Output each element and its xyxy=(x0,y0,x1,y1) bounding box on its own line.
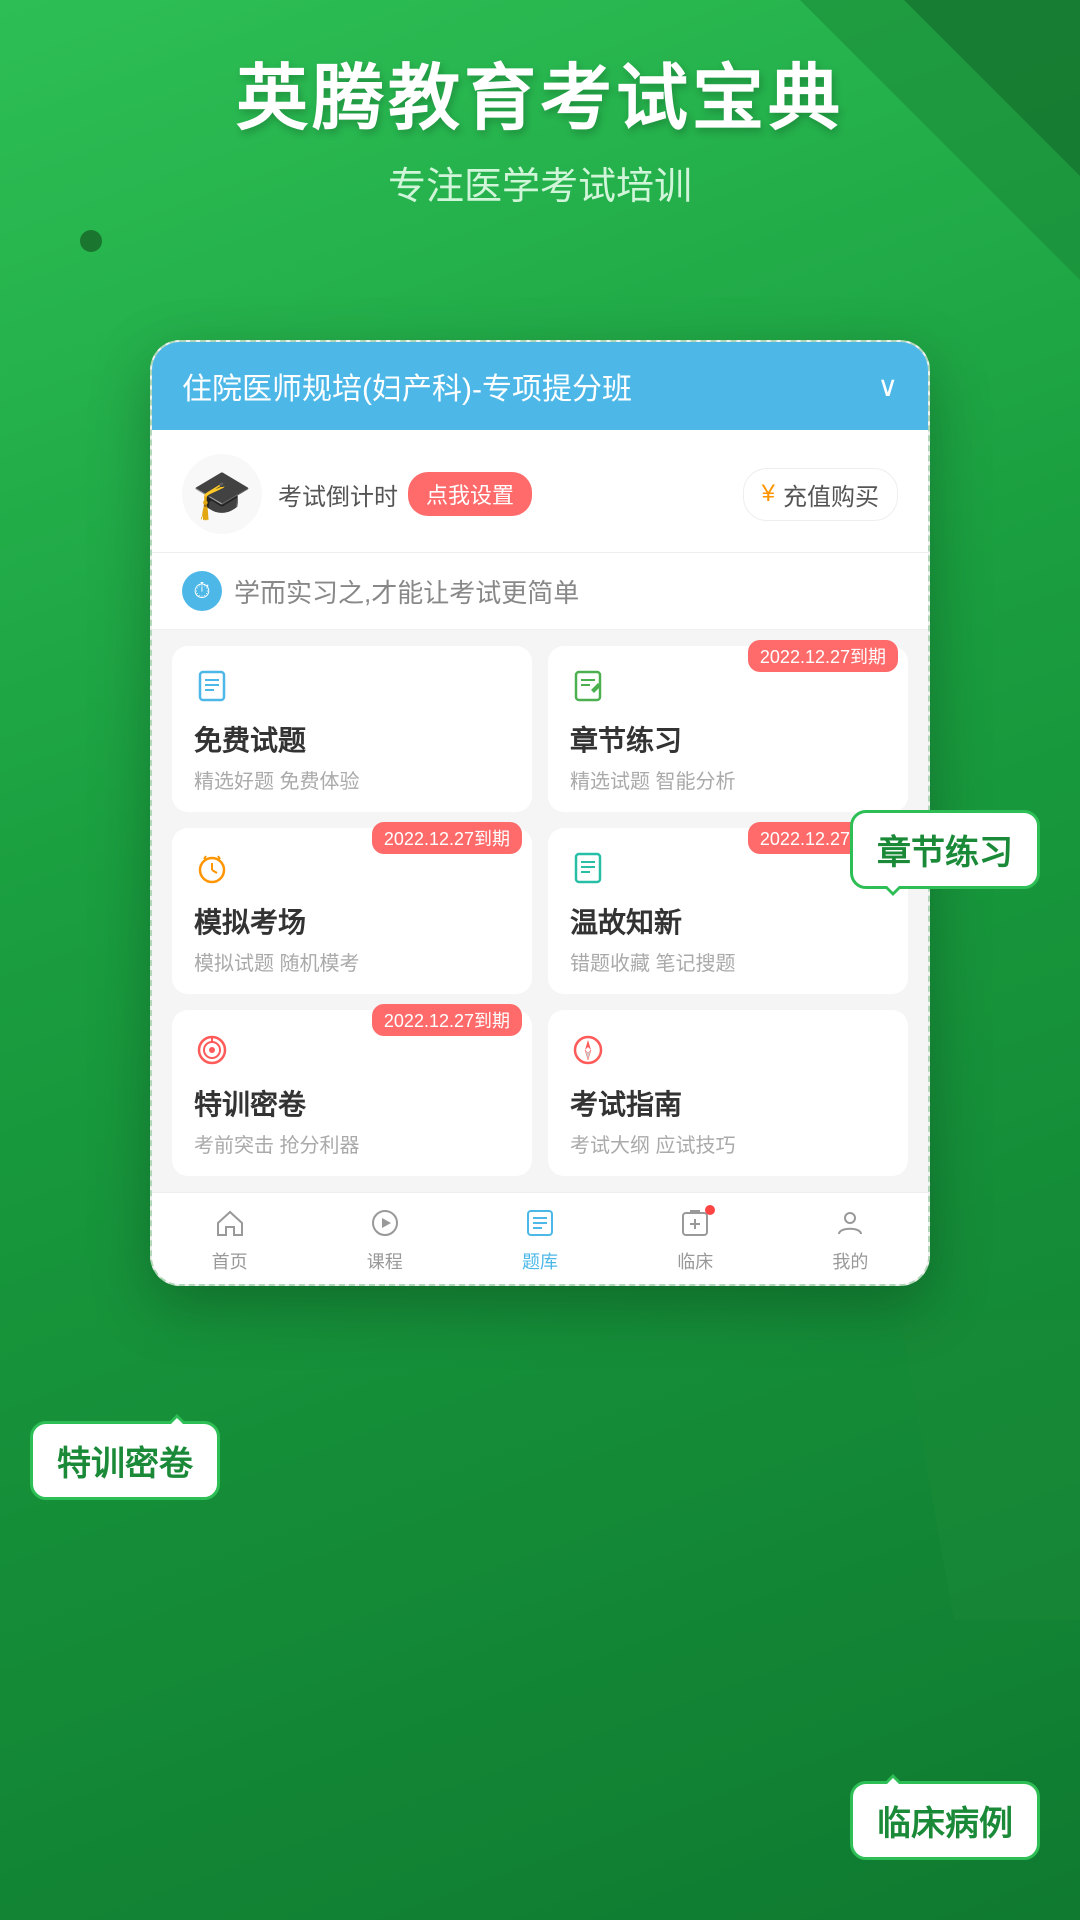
callout-chapter: 章节练习 xyxy=(850,810,1040,889)
func-card-title-review: 温故知新 xyxy=(570,901,886,941)
func-card-icon-mock-exam xyxy=(194,850,510,891)
nav-label-course: 课程 xyxy=(367,1248,403,1274)
nav-icon-home xyxy=(214,1207,246,1244)
nav-item-course[interactable]: 课程 xyxy=(307,1207,462,1274)
func-card-title-secret-paper: 特训密卷 xyxy=(194,1083,510,1123)
nav-icon-question xyxy=(524,1207,556,1244)
nav-label-home: 首页 xyxy=(212,1248,248,1274)
func-card-desc-secret-paper: 考前突击 抢分利器 xyxy=(194,1129,510,1158)
countdown-area: 考试倒计时 点我设置 xyxy=(278,472,532,516)
countdown-set-button[interactable]: 点我设置 xyxy=(408,472,532,516)
callout-clinical: 临床病例 xyxy=(850,1781,1040,1860)
nav-label-mine: 我的 xyxy=(832,1248,868,1274)
func-card-desc-chapter-practice: 精选试题 智能分析 xyxy=(570,765,886,794)
func-card-title-mock-exam: 模拟考场 xyxy=(194,901,510,941)
app-title: 英腾教育考试宝典 xyxy=(0,60,1080,139)
nav-item-clinical[interactable]: 临床 xyxy=(618,1207,773,1274)
func-card-desc-free-questions: 精选好题 免费体验 xyxy=(194,765,510,794)
nav-label-question: 题库 xyxy=(522,1248,558,1274)
nav-label-clinical: 临床 xyxy=(677,1248,713,1274)
course-dropdown-arrow[interactable]: ∨ xyxy=(878,370,899,403)
func-card-title-exam-guide: 考试指南 xyxy=(570,1083,886,1123)
header: 英腾教育考试宝典 专注医学考试培训 xyxy=(0,0,1080,210)
bg-dot xyxy=(80,230,102,252)
nav-item-home[interactable]: 首页 xyxy=(152,1207,307,1274)
func-card-exam-guide[interactable]: 考试指南 考试大纲 应试技巧 xyxy=(548,1010,908,1176)
func-card-badge: 2022.12.27到期 xyxy=(372,1004,522,1036)
nav-icon-clinical xyxy=(679,1207,711,1244)
nav-icon-mine xyxy=(834,1207,866,1244)
bottom-nav: 首页 课程 题库 临床 我的 xyxy=(152,1192,928,1284)
app-inner: 住院医师规培(妇产科)-专项提分班 ∨ 🎓 考试倒计时 点我设置 ¥ 充值购买 … xyxy=(152,342,928,1284)
func-card-chapter-practice[interactable]: 2022.12.27到期 章节练习 精选试题 智能分析 xyxy=(548,646,908,812)
countdown-label: 考试倒计时 xyxy=(278,477,398,512)
recharge-text: 充值购买 xyxy=(783,477,879,512)
recharge-area[interactable]: ¥ 充值购买 xyxy=(743,468,898,521)
callout-secret: 特训密卷 xyxy=(30,1421,220,1500)
func-card-free-questions[interactable]: 免费试题 精选好题 免费体验 xyxy=(172,646,532,812)
bg-shape-bottom-right xyxy=(900,1320,1080,1620)
course-title: 住院医师规培(妇产科)-专项提分班 xyxy=(182,364,632,408)
func-card-icon-free-questions xyxy=(194,668,510,709)
func-card-desc-mock-exam: 模拟试题 随机模考 xyxy=(194,947,510,976)
nav-item-mine[interactable]: 我的 xyxy=(773,1207,928,1274)
func-card-icon-review xyxy=(570,850,886,891)
app-subtitle: 专注医学考试培训 xyxy=(0,155,1080,210)
phone-mockup: 住院医师规培(妇产科)-专项提分班 ∨ 🎓 考试倒计时 点我设置 ¥ 充值购买 … xyxy=(150,340,930,1286)
func-card-desc-exam-guide: 考试大纲 应试技巧 xyxy=(570,1129,886,1158)
nav-item-question[interactable]: 题库 xyxy=(462,1207,617,1274)
motto-bar: ⏱ 学而实习之,才能让考试更简单 xyxy=(152,553,928,630)
func-card-icon-chapter-practice xyxy=(570,668,886,709)
recharge-icon: ¥ xyxy=(762,480,775,508)
motto-text: 学而实习之,才能让考试更简单 xyxy=(234,573,579,610)
func-card-title-chapter-practice: 章节练习 xyxy=(570,719,886,759)
func-card-icon-exam-guide xyxy=(570,1032,886,1073)
func-card-title-free-questions: 免费试题 xyxy=(194,719,510,759)
func-card-badge: 2022.12.27到期 xyxy=(748,640,898,672)
course-header: 🎓 考试倒计时 点我设置 ¥ 充值购买 xyxy=(152,430,928,553)
nav-icon-course xyxy=(369,1207,401,1244)
func-card-mock-exam[interactable]: 2022.12.27到期 模拟考场 模拟试题 随机模考 xyxy=(172,828,532,994)
func-card-icon-secret-paper xyxy=(194,1032,510,1073)
func-card-desc-review: 错题收藏 笔记搜题 xyxy=(570,947,886,976)
clock-icon: ⏱ xyxy=(182,571,222,611)
func-card-secret-paper[interactable]: 2022.12.27到期 特训密卷 考前突击 抢分利器 xyxy=(172,1010,532,1176)
avatar-area: 🎓 考试倒计时 点我设置 xyxy=(182,454,532,534)
function-grid: 免费试题 精选好题 免费体验 2022.12.27到期 章节练习 精选试题 智能… xyxy=(152,630,928,1192)
func-card-badge: 2022.12.27到期 xyxy=(372,822,522,854)
doctor-avatar: 🎓 xyxy=(182,454,262,534)
app-header-bar: 住院医师规培(妇产科)-专项提分班 ∨ xyxy=(152,342,928,430)
